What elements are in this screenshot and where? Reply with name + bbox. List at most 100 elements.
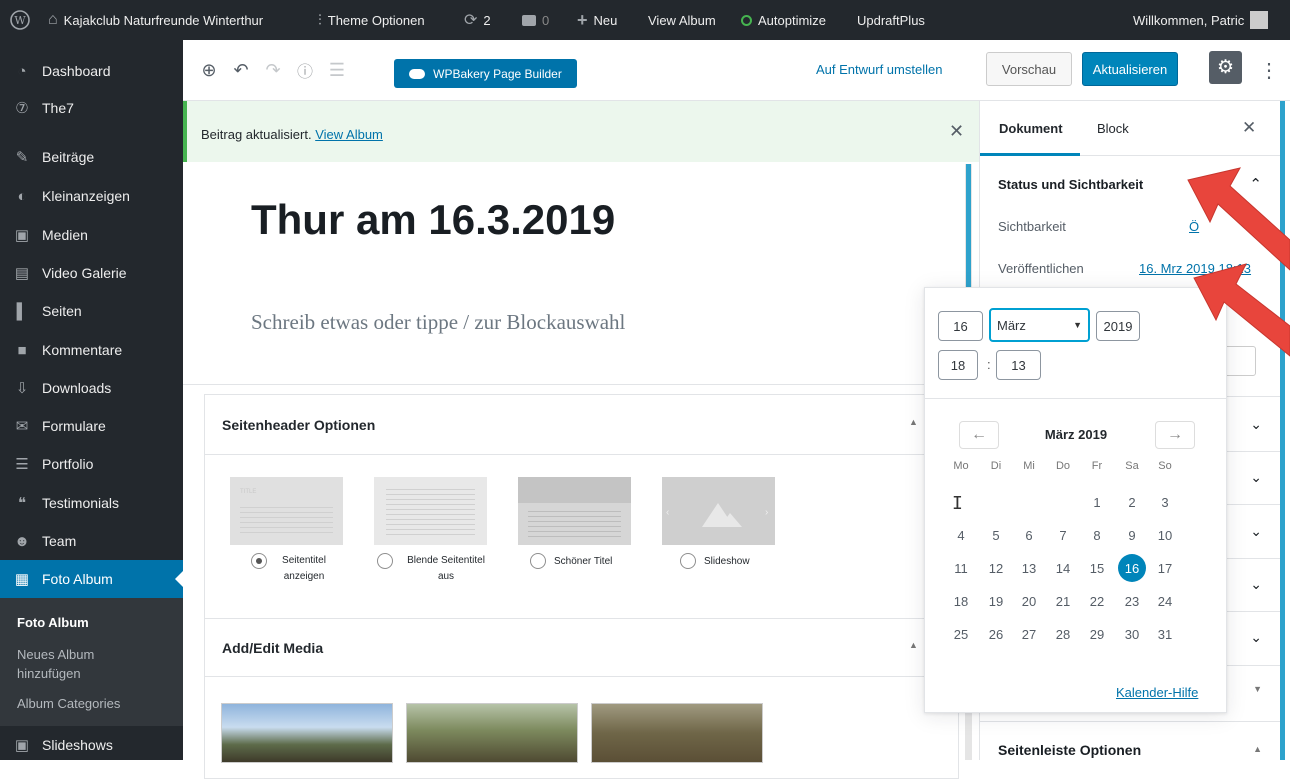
calendar-day[interactable]: 6 [1015,521,1043,549]
calendar-day[interactable]: 2 [1118,488,1146,516]
day-input[interactable]: 16 [938,311,983,341]
tab-block[interactable]: Block [1097,121,1129,136]
status-visibility-title[interactable]: Status und Sichtbarkeit [998,177,1143,192]
chevron-down-icon[interactable]: ⌄ [1250,469,1262,486]
calendar-day[interactable]: 21 [1049,587,1077,615]
view-album-link[interactable]: View Album [648,0,716,40]
info-icon[interactable]: ⓘ [291,56,319,84]
undo-icon[interactable]: ↶ [227,56,255,84]
calendar-day[interactable]: 4 [947,521,975,549]
preview-button[interactable]: Vorschau [986,52,1072,86]
theme-options-link[interactable]: ⫶ Theme Optionen [318,0,425,40]
outline-icon[interactable]: ☰ [323,56,351,84]
wpbakery-button[interactable]: WPBakery Page Builder [394,59,577,88]
sidebar-item-medien[interactable]: ▣ Medien [0,216,183,254]
calendar-day[interactable]: 24 [1151,587,1179,615]
chevron-down-icon[interactable]: ⌄ [1250,416,1262,433]
photo-thumbnail[interactable] [406,703,578,763]
option-slideshow[interactable]: Slideshow [680,553,750,569]
option-seitentitel-anzeigen[interactable]: Seitentitel anzeigen [251,553,333,585]
option-schoener-titel[interactable]: Schöner Titel [530,553,612,569]
next-month-arrow-icon[interactable]: → [1155,421,1195,449]
close-panel-icon[interactable]: ✕ [1242,118,1256,138]
sidebar-item-team[interactable]: ☻ Team [0,522,183,560]
submenu-item-foto-album[interactable]: Foto Album [17,615,89,630]
radio-unselected[interactable] [530,553,546,569]
sidebar-item-kommentare[interactable]: ■ Kommentare [0,331,183,369]
comments-link[interactable]: 0 [522,0,549,40]
calendar-day[interactable]: 26 [982,620,1010,648]
settings-gear-icon[interactable]: ⚙ [1209,51,1242,84]
calendar-day[interactable]: 30 [1118,620,1146,648]
wordpress-logo-icon[interactable]: W [10,0,30,40]
block-placeholder[interactable]: Schreib etwas oder tippe / zur Blockausw… [251,310,625,335]
close-notice-icon[interactable]: ✕ [949,121,964,142]
calendar-day[interactable]: 13 [1015,554,1043,582]
calendar-day[interactable]: 3 [1151,488,1179,516]
collapse-triangle-icon[interactable]: ▲ [909,417,918,427]
calendar-day[interactable]: 5 [982,521,1010,549]
sidebar-options-title[interactable]: Seitenleiste Optionen [998,742,1141,758]
media-box-header[interactable]: Add/Edit Media ▲ [205,619,960,677]
sidebar-item-beitraege[interactable]: ✎ Beiträge [0,138,183,176]
header-option-thumb[interactable] [374,477,487,545]
submenu-item-add-new[interactable]: Neues Album hinzufügen [17,645,137,683]
calendar-day[interactable]: 10 [1151,521,1179,549]
calendar-day[interactable]: 1 [1083,488,1111,516]
radio-unselected[interactable] [680,553,696,569]
collapse-triangle-icon[interactable]: ▼ [1253,684,1262,694]
header-option-thumb[interactable]: ‹ › [662,477,775,545]
tab-dokument[interactable]: Dokument [980,101,1080,156]
photo-thumbnail[interactable] [221,703,393,763]
calendar-day[interactable]: 9 [1118,521,1146,549]
calendar-day[interactable]: 12 [982,554,1010,582]
more-options-icon[interactable]: ⋮ [1255,56,1283,84]
header-options-header[interactable]: Seitenheader Optionen ▲ [205,395,960,455]
calendar-day[interactable]: 22 [1083,587,1111,615]
notice-view-album-link[interactable]: View Album [315,127,383,142]
calendar-day[interactable]: 29 [1083,620,1111,648]
redo-icon[interactable]: ↷ [259,56,287,84]
account-link[interactable]: Willkommen, Patric [1133,0,1269,40]
sidebar-item-foto-album[interactable]: ▦ Foto Album [0,560,183,598]
submenu-item-categories[interactable]: Album Categories [17,696,120,711]
calendar-day[interactable]: 23 [1118,587,1146,615]
chevron-down-icon[interactable]: ⌄ [1250,629,1262,646]
radio-selected[interactable] [251,553,267,569]
calendar-day[interactable]: 7 [1049,521,1077,549]
sidebar-item-formulare[interactable]: ✉ Formulare [0,407,183,445]
sidebar-item-portfolio[interactable]: ☰ Portfolio [0,445,183,483]
sidebar-item-seiten[interactable]: ▌ Seiten [0,292,183,330]
add-block-icon[interactable]: ⊕ [195,56,223,84]
updraftplus-link[interactable]: UpdraftPlus [857,0,925,40]
calendar-day[interactable]: 27 [1015,620,1043,648]
header-option-thumb[interactable]: TITLE [230,477,343,545]
calendar-day[interactable]: 14 [1049,554,1077,582]
calendar-day[interactable]: 28 [1049,620,1077,648]
post-title[interactable]: Thur am 16.3.2019 [251,196,615,244]
calendar-day[interactable]: 20 [1015,587,1043,615]
new-content-link[interactable]: + Neu [577,0,617,40]
month-select[interactable]: März ▼ [989,308,1090,342]
collapse-triangle-icon[interactable]: ▲ [909,640,918,650]
sidebar-item-dashboard[interactable]: ◔ Dashboard [0,52,183,90]
updates-link[interactable]: ⟳ 2 [464,0,491,40]
hour-input[interactable]: 18 [938,350,978,380]
sidebar-item-kleinanzeigen[interactable]: ◐ Kleinanzeigen [0,177,183,215]
sidebar-item-downloads[interactable]: ⇩ Downloads [0,369,183,407]
chevron-down-icon[interactable]: ⌄ [1250,576,1262,593]
collapse-triangle-icon[interactable]: ▲ [1253,744,1262,754]
sidebar-item-the7[interactable]: ⑦ The7 [0,89,183,127]
option-blende-seitentitel-aus[interactable]: Blende Seitentitel aus [377,553,491,585]
minute-input[interactable]: 13 [996,350,1041,380]
radio-unselected[interactable] [377,553,393,569]
switch-to-draft-link[interactable]: Auf Entwurf umstellen [816,62,942,77]
calendar-day-selected[interactable]: 16 [1118,554,1146,582]
year-input[interactable]: 2019 [1096,311,1140,341]
calendar-help-link[interactable]: Kalender-Hilfe [1116,685,1198,700]
calendar-day[interactable]: 15 [1083,554,1111,582]
photo-thumbnail[interactable] [591,703,763,763]
calendar-day[interactable]: 8 [1083,521,1111,549]
calendar-day[interactable]: 19 [982,587,1010,615]
sidebar-item-video-galerie[interactable]: ▤ Video Galerie [0,254,183,292]
